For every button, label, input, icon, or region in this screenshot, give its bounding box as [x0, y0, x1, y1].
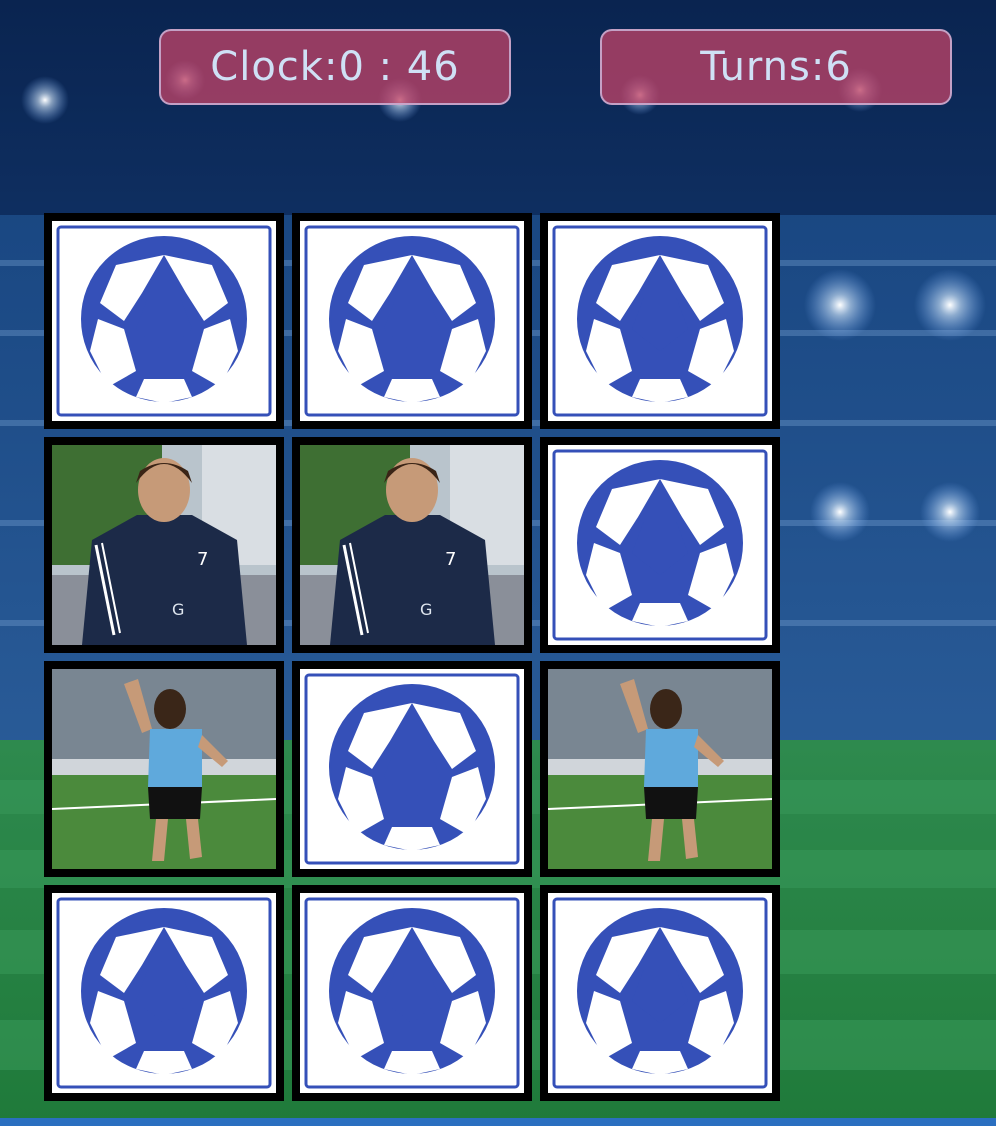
card-facedown[interactable]	[540, 885, 780, 1101]
card-facedown[interactable]	[540, 437, 780, 653]
card-facedown[interactable]	[292, 213, 532, 429]
card-facedown[interactable]	[44, 885, 284, 1101]
turns-value: 6	[825, 44, 852, 90]
svg-text:7: 7	[197, 549, 208, 570]
card-grid: 7 G 7 G	[44, 213, 780, 1103]
soccer-ball-icon	[548, 893, 772, 1093]
soccer-ball-icon	[300, 221, 524, 421]
soccer-ball-icon	[300, 893, 524, 1093]
card-revealed[interactable]	[540, 661, 780, 877]
card-facedown[interactable]	[44, 213, 284, 429]
clock-display: Clock: 0 : 46	[159, 29, 511, 105]
svg-text:G: G	[420, 600, 432, 619]
clock-value: 0 : 46	[338, 44, 460, 90]
player-photo	[548, 669, 772, 869]
soccer-ball-icon	[52, 893, 276, 1093]
player-photo: 7 G	[300, 445, 524, 645]
card-facedown[interactable]	[292, 661, 532, 877]
soccer-ball-icon	[52, 221, 276, 421]
card-facedown[interactable]	[540, 213, 780, 429]
card-revealed[interactable]: 7 G	[292, 437, 532, 653]
soccer-ball-icon	[548, 221, 772, 421]
player-photo	[52, 669, 276, 869]
card-facedown[interactable]	[292, 885, 532, 1101]
soccer-ball-icon	[548, 445, 772, 645]
player-photo: 7 G	[52, 445, 276, 645]
turns-label: Turns:	[700, 44, 826, 90]
svg-text:7: 7	[445, 549, 456, 570]
soccer-ball-icon	[300, 669, 524, 869]
clock-label: Clock:	[210, 44, 339, 90]
svg-text:G: G	[172, 600, 184, 619]
turns-display: Turns: 6	[600, 29, 952, 105]
card-revealed[interactable]	[44, 661, 284, 877]
card-revealed[interactable]: 7 G	[44, 437, 284, 653]
